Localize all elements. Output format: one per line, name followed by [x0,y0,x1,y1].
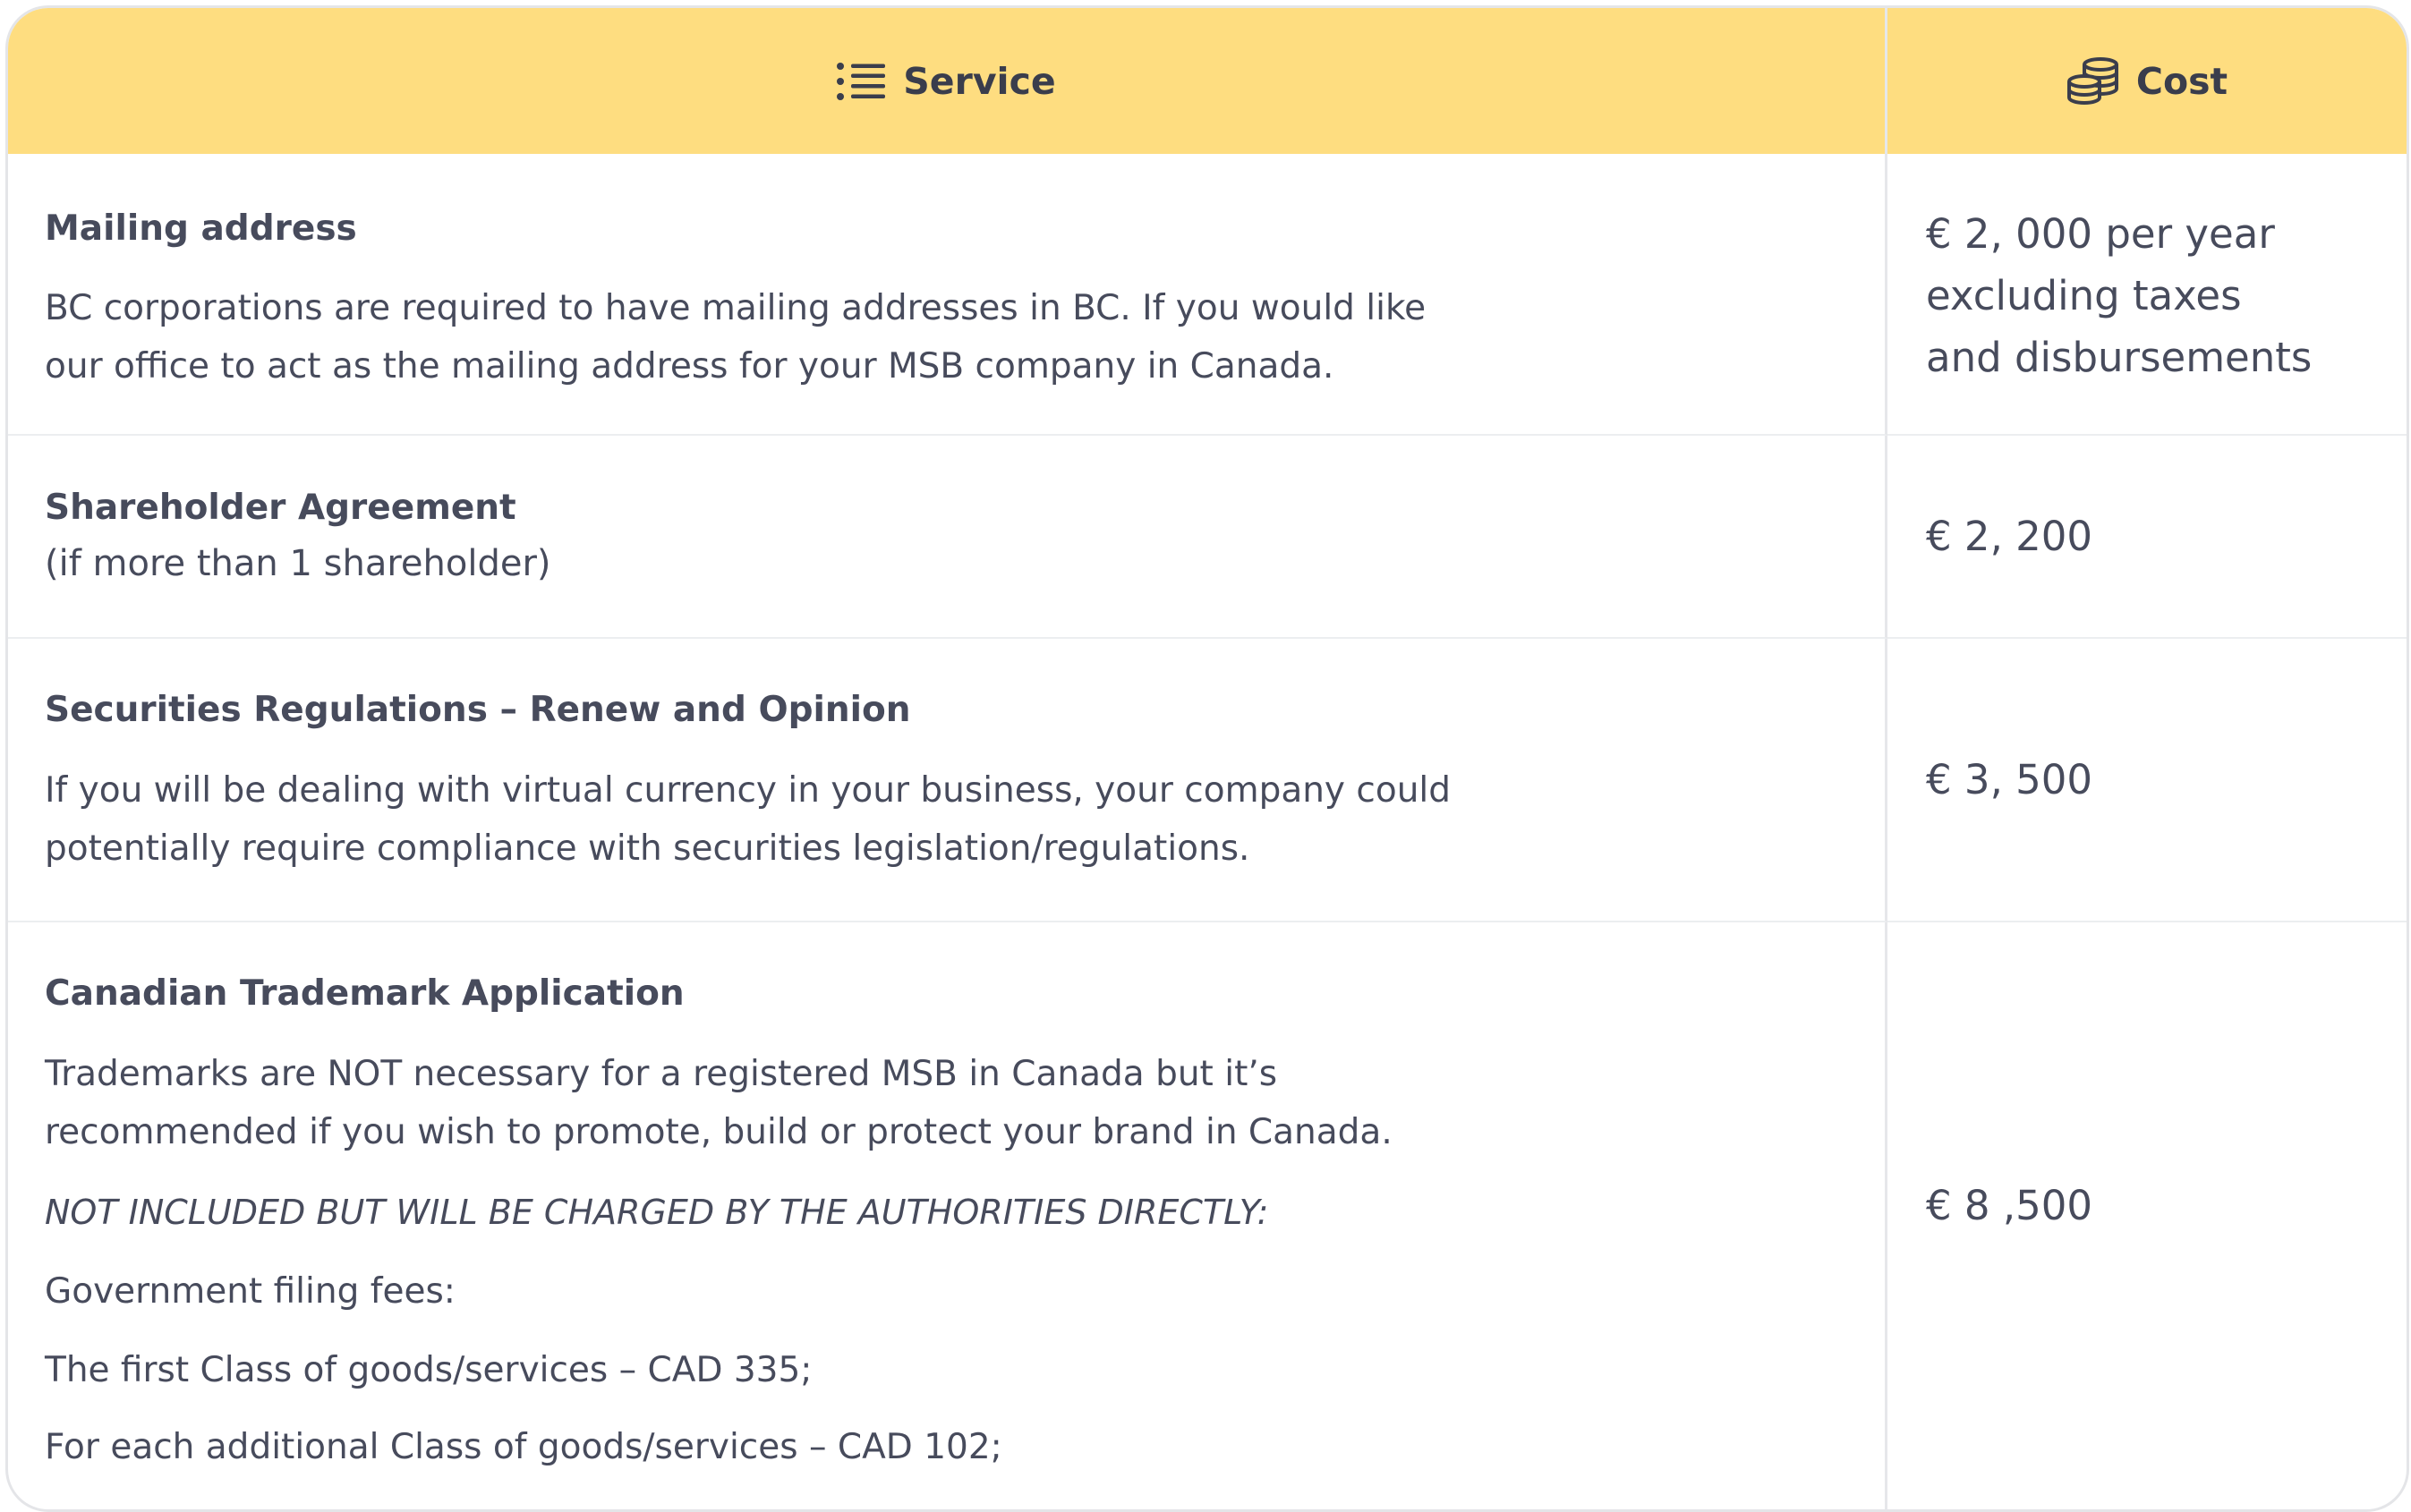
services-table: Service Cost Mailing address BC corporat… [5,5,2409,1512]
authorities-note: NOT INCLUDED BUT WILL BE CHARGED BY THE … [45,1193,1269,1232]
cost-value: € 2, 200 [1926,513,2093,560]
service-description-line: potentially require compliance with secu… [45,828,1250,869]
cost-value: € 3, 500 [1926,756,2093,803]
row-shareholder-agreement-cost: € 2, 200 [1887,436,2407,639]
service-description-line: Trademarks are NOT necessary for a regis… [45,1054,1278,1094]
service-title: Shareholder Agreement [45,488,516,528]
service-description-line: If you will be dealing with virtual curr… [45,770,1452,811]
header-service: Service [8,8,1887,154]
header-service-label: Service [903,59,1056,103]
service-description-line: (if more than 1 shareholder) [45,543,551,584]
header-cost-label: Cost [2135,59,2228,103]
fee-line: For each additional Class of goods/servi… [45,1427,1002,1467]
cost-line: € 2, 000 per year [1926,210,2275,258]
service-title: Mailing address [45,208,357,249]
row-trademark-application: Canadian Trademark Application Trademark… [8,922,1887,1509]
cost-value: € 8 ,500 [1926,1182,2093,1229]
service-description-line: recommended if you wish to promote, buil… [45,1112,1393,1152]
header-cost: Cost [1887,8,2407,154]
list-icon [837,62,886,100]
coins-icon [2066,56,2118,105]
row-trademark-application-cost: € 8 ,500 [1887,922,2407,1509]
service-description-line: BC corporations are required to have mai… [45,288,1427,328]
row-securities-regulations: Securities Regulations – Renew and Opini… [8,639,1887,922]
service-title: Securities Regulations – Renew and Opini… [45,690,911,730]
service-description-line: our office to act as the mailing address… [45,346,1334,386]
cost-line: and disbursements [1926,334,2313,381]
cost-line: excluding taxes [1926,272,2242,319]
row-mailing-address: Mailing address BC corporations are requ… [8,154,1887,436]
fee-line: Government filing fees: [45,1271,456,1312]
row-securities-regulations-cost: € 3, 500 [1887,639,2407,922]
row-mailing-address-cost: € 2, 000 per year excluding taxes and di… [1887,154,2407,436]
service-title: Canadian Trademark Application [45,973,685,1014]
row-shareholder-agreement: Shareholder Agreement (if more than 1 sh… [8,436,1887,639]
fee-line: The first Class of goods/services – CAD … [45,1350,813,1390]
